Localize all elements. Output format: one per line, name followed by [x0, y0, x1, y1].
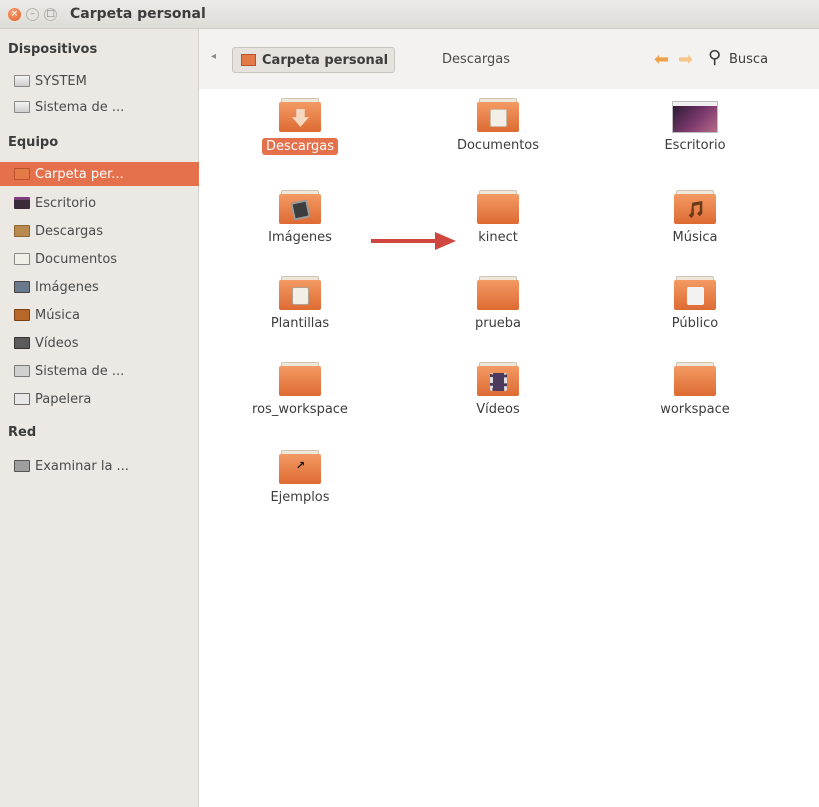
sidebar-item-sistema-de[interactable]: Sistema de ... — [0, 95, 199, 119]
sidebar-heading-devices: Dispositivos — [8, 42, 98, 57]
file-label: Plantillas — [270, 316, 330, 331]
sidebar-item-label: Sistema de ... — [35, 99, 125, 115]
search-icon[interactable]: ⚲ — [708, 47, 721, 68]
file-item-plantillas[interactable]: Plantillas — [225, 276, 375, 331]
sidebar-item-videos[interactable]: Vídeos — [0, 331, 199, 355]
back-arrow-icon[interactable]: ⬅ — [654, 49, 669, 70]
sidebar-item-label: Carpeta per... — [35, 166, 124, 182]
maximize-window-button[interactable]: □ — [44, 7, 57, 21]
sidebar-item-label: Imágenes — [35, 279, 99, 295]
file-item-escritorio[interactable]: Escritorio — [620, 98, 770, 153]
title-bar: × – □ Carpeta personal — [0, 0, 819, 29]
sidebar-item-label: Sistema de ... — [35, 363, 125, 379]
sidebar-item-label: SYSTEM — [35, 73, 87, 89]
folder-icon — [477, 276, 519, 310]
drive-icon — [14, 75, 30, 87]
file-item-ejemplos[interactable]: ↗ Ejemplos — [225, 450, 375, 505]
sidebar-item-filesystem[interactable]: Sistema de ... — [0, 359, 199, 383]
documents-folder-icon — [477, 98, 519, 132]
file-item-musica[interactable]: Música — [620, 190, 770, 245]
file-label: Ejemplos — [270, 490, 330, 505]
sidebar-heading-computer: Equipo — [8, 135, 59, 150]
file-label: Música — [672, 230, 718, 245]
toolbar: ◂ Carpeta personal Descargas ⬅ ➡ ⚲ Busca — [199, 29, 819, 89]
sidebar-item-downloads[interactable]: Descargas — [0, 219, 199, 243]
file-label: Imágenes — [268, 230, 332, 245]
pictures-folder-icon — [279, 190, 321, 224]
music-icon — [14, 309, 30, 321]
sidebar-item-documents[interactable]: Documentos — [0, 247, 199, 271]
sidebar-item-browse-network[interactable]: Examinar la ... — [0, 454, 199, 478]
network-icon — [14, 460, 30, 472]
sidebar-item-label: Vídeos — [35, 335, 79, 351]
sidebar-item-music[interactable]: Música — [0, 303, 199, 327]
annotation-arrow-icon — [371, 232, 456, 250]
downloads-folder-icon — [279, 98, 321, 132]
home-folder-icon — [14, 168, 30, 180]
desktop-folder-icon — [673, 102, 717, 132]
file-label: Público — [671, 316, 719, 331]
sidebar-item-label: Descargas — [35, 223, 104, 239]
drive-icon — [14, 101, 30, 113]
desktop-icon — [14, 197, 30, 209]
file-label: prueba — [474, 316, 522, 331]
filesystem-icon — [14, 365, 30, 377]
forward-arrow-icon[interactable]: ➡ — [678, 49, 693, 70]
file-item-documentos[interactable]: Documentos — [423, 98, 573, 153]
public-folder-icon — [674, 276, 716, 310]
search-button-label[interactable]: Busca — [729, 52, 768, 67]
sidebar-item-system[interactable]: SYSTEM — [0, 69, 199, 93]
documents-icon — [14, 253, 30, 265]
breadcrumb-home[interactable]: Carpeta personal — [232, 47, 396, 73]
sidebar-item-label: Papelera — [35, 391, 92, 407]
folder-icon — [279, 362, 321, 396]
home-folder-icon — [241, 54, 256, 66]
videos-icon — [14, 337, 30, 349]
close-window-button[interactable]: × — [8, 7, 21, 21]
window-title: Carpeta personal — [70, 6, 206, 22]
trash-icon — [14, 393, 30, 405]
breadcrumb-home-label: Carpeta personal — [262, 52, 389, 68]
sidebar-item-label: Documentos — [35, 251, 118, 267]
breadcrumb-downloads[interactable]: Descargas — [442, 52, 510, 67]
templates-folder-icon — [279, 276, 321, 310]
file-item-videos[interactable]: Vídeos — [423, 362, 573, 417]
file-item-descargas[interactable]: Descargas — [225, 98, 375, 155]
examples-link-folder-icon: ↗ — [279, 450, 321, 484]
file-label: Vídeos — [476, 402, 520, 417]
file-label: Descargas — [261, 138, 338, 155]
file-label: Escritorio — [664, 138, 726, 153]
sidebar-item-home[interactable]: Carpeta per... — [0, 162, 199, 186]
pictures-icon — [14, 281, 30, 293]
sidebar-item-label: Música — [35, 307, 80, 323]
sidebar-item-trash[interactable]: Papelera — [0, 387, 199, 411]
music-folder-icon — [674, 190, 716, 224]
folder-icon — [477, 190, 519, 224]
file-label: workspace — [660, 402, 730, 417]
path-left-arrow-icon[interactable]: ◂ — [211, 51, 216, 62]
sidebar-heading-network: Red — [8, 425, 37, 440]
downloads-icon — [14, 225, 30, 237]
file-item-workspace[interactable]: workspace — [620, 362, 770, 417]
file-item-ros-workspace[interactable]: ros_workspace — [225, 362, 375, 417]
videos-folder-icon — [477, 362, 519, 396]
sidebar-item-label: Examinar la ... — [35, 458, 129, 474]
folder-icon — [674, 362, 716, 396]
sidebar: Dispositivos SYSTEM Sistema de ... Equip… — [0, 29, 199, 807]
file-item-publico[interactable]: Público — [620, 276, 770, 331]
file-item-prueba[interactable]: prueba — [423, 276, 573, 331]
minimize-window-button[interactable]: – — [26, 7, 39, 21]
file-label: ros_workspace — [252, 402, 348, 417]
file-item-imagenes[interactable]: Imágenes — [225, 190, 375, 245]
sidebar-item-desktop[interactable]: Escritorio — [0, 191, 199, 215]
file-label: Documentos — [456, 138, 540, 153]
sidebar-item-label: Escritorio — [35, 195, 97, 211]
sidebar-item-pictures[interactable]: Imágenes — [0, 275, 199, 299]
